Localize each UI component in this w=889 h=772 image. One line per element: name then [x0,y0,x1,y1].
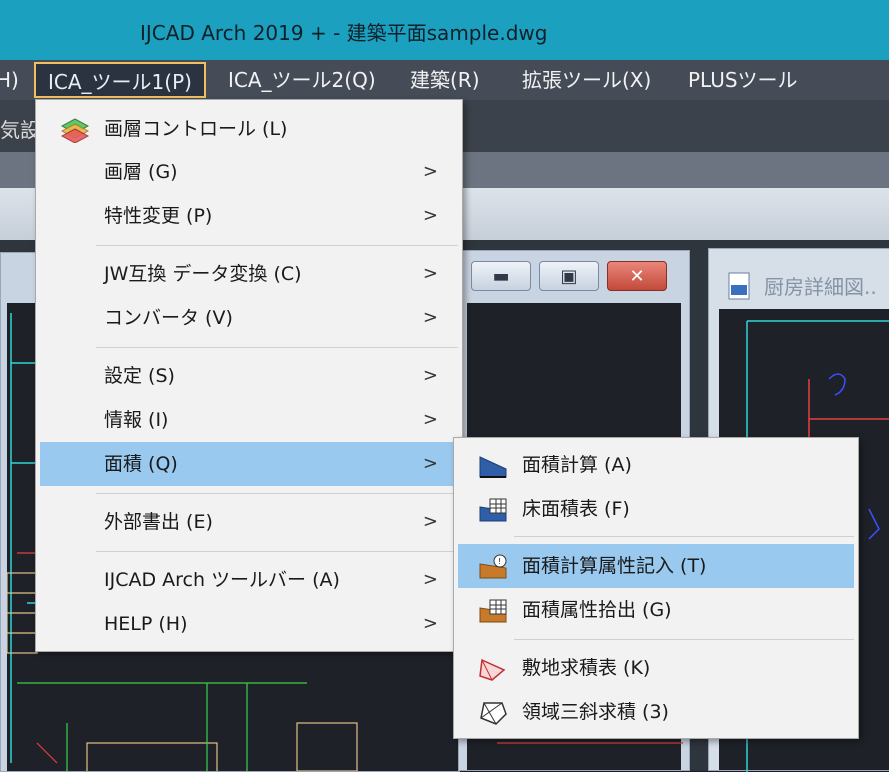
menu-separator [96,551,458,552]
chevron-right-icon: > [422,511,438,532]
chevron-right-icon: > [422,409,438,430]
area-calc-icon [479,456,507,478]
area-attribute-extract-icon [479,599,507,623]
menu-item-partial[interactable]: H) [0,60,19,100]
menu-separator [96,493,458,494]
menu-kenchiku[interactable]: 建築(R) [410,60,480,100]
submenu-item-triangle-area[interactable]: 領域三斜求積 (3) [458,690,854,734]
floor-area-table-icon [479,498,507,522]
menu-separator [514,536,854,537]
submenu-item-label: 領域三斜求積 (3) [522,701,669,723]
menu-item-label: JW互換 データ変換 (C) [104,263,302,285]
close-icon: ✕ [629,265,645,287]
maximize-icon: ▣ [560,265,578,287]
menu-item-export[interactable]: 外部書出 (E) > [40,500,458,544]
menu-item-area[interactable]: 面積 (Q) > [40,442,458,486]
dropdown-menu-ica-tool1: 画層コントロール (L) 画層 (G) > 特性変更 (P) > JW互換 デー… [35,99,463,652]
chevron-right-icon: > [422,569,438,590]
menu-separator [514,639,854,640]
menu-kakucho-tool[interactable]: 拡張ツール(X) [522,60,651,100]
submenu-item-floor-area-table[interactable]: 床面積表 (F) [458,487,854,531]
menu-item-label: 外部書出 (E) [104,511,213,533]
minimize-icon: ▬ [492,265,510,287]
layers-icon [60,118,90,143]
menu-item-converter[interactable]: コンバータ (V) > [40,296,458,340]
menu-separator [96,347,458,348]
menu-item-info[interactable]: 情報 (I) > [40,398,458,442]
menu-item-label: 情報 (I) [104,409,169,431]
menu-item-help[interactable]: HELP (H) > [40,602,458,646]
submenu-item-area-attribute-extract[interactable]: 面積属性拾出 (G) [458,588,854,632]
menu-item-label: 特性変更 (P) [104,205,213,227]
close-button[interactable]: ✕ [607,261,667,291]
svg-text:!: ! [498,557,501,566]
submenu-item-area-calc[interactable]: 面積計算 (A) [458,443,854,487]
chevron-right-icon: > [422,365,438,386]
site-area-table-icon [479,658,506,681]
submenu-item-label: 面積計算 (A) [522,454,632,476]
chevron-right-icon: > [422,263,438,284]
submenu-item-area-attribute-entry[interactable]: ! 面積計算属性記入 (T) [458,544,854,588]
chevron-right-icon: > [422,205,438,226]
window-title: IJCAD Arch 2019 + - 建築平面sample.dwg [140,21,548,45]
menu-item-label: 設定 (S) [104,365,175,387]
menu-bar: H) ICA_ツール1(P) ICA_ツール2(Q) 建築(R) 拡張ツール(X… [0,60,889,100]
area-attribute-entry-icon: ! [479,554,507,579]
chevron-right-icon: > [422,613,438,634]
menu-item-property-change[interactable]: 特性変更 (P) > [40,194,458,238]
menu-ica-tool1[interactable]: ICA_ツール1(P) [34,62,206,98]
menu-item-label: IJCAD Arch ツールバー (A) [104,569,340,591]
menu-item-toolbar[interactable]: IJCAD Arch ツールバー (A) > [40,558,458,602]
menu-item-layer[interactable]: 画層 (G) > [40,150,458,194]
chevron-right-icon: > [422,307,438,328]
menu-plus-tool[interactable]: PLUSツール [688,60,798,100]
submenu-item-label: 面積属性拾出 (G) [522,599,672,621]
menu-item-jw-convert[interactable]: JW互換 データ変換 (C) > [40,252,458,296]
minimize-button[interactable]: ▬ [471,261,531,291]
chevron-right-icon: > [422,161,438,182]
drawing-title: 厨房詳細図.. [764,275,877,299]
menu-item-label: 画層コントロール (L) [104,118,288,140]
toolbar-partial-label[interactable]: 気設 [0,114,40,143]
menu-item-layer-control[interactable]: 画層コントロール (L) [40,107,458,151]
menu-ica-tool2[interactable]: ICA_ツール2(Q) [228,60,376,100]
menu-separator [96,245,458,246]
dwg-file-icon [728,272,750,300]
triangle-area-icon [480,702,507,725]
menu-item-settings[interactable]: 設定 (S) > [40,354,458,398]
submenu-area: 面積計算 (A) 床面積表 (F) ! 面積計算属性記入 (T) 面積属性拾出 … [453,437,859,739]
chevron-right-icon: > [422,453,438,474]
menu-item-label: コンバータ (V) [104,307,233,329]
menu-item-label: 面積 (Q) [104,453,178,475]
submenu-item-label: 敷地求積表 (K) [522,657,651,679]
maximize-button[interactable]: ▣ [539,261,599,291]
menu-item-label: HELP (H) [104,613,188,635]
submenu-item-label: 面積計算属性記入 (T) [522,555,707,577]
menu-item-label: 画層 (G) [104,161,178,183]
submenu-item-site-area-table[interactable]: 敷地求積表 (K) [458,646,854,690]
title-bar: IJCAD Arch 2019 + - 建築平面sample.dwg [0,0,889,60]
submenu-item-label: 床面積表 (F) [522,498,630,520]
